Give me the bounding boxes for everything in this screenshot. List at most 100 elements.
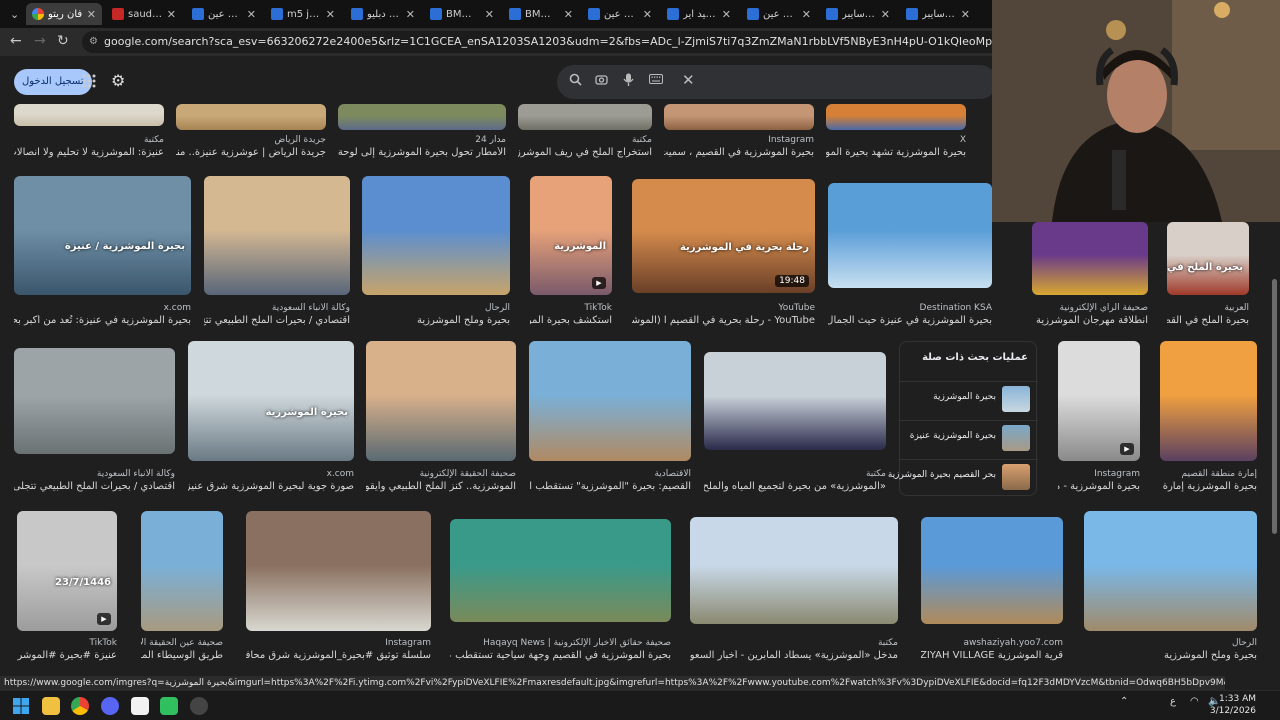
image-caption[interactable]: عنيزة #بحيرة #الموشرزيه ... bbox=[17, 650, 117, 661]
tab-search-icon[interactable]: ⌄ bbox=[4, 3, 24, 25]
tab-close-icon[interactable]: ✕ bbox=[564, 8, 573, 21]
windows-start-icon[interactable] bbox=[12, 697, 30, 715]
image-thumbnail[interactable] bbox=[1084, 511, 1257, 631]
browser-tab[interactable]: BMW M ✕ bbox=[424, 3, 500, 25]
image-caption[interactable]: YouTube - رحلة بحرية في القصيم ا (الموشر… bbox=[632, 315, 815, 326]
image-source[interactable]: X bbox=[826, 135, 966, 145]
tab-close-icon[interactable]: ✕ bbox=[167, 8, 176, 21]
image-thumbnail[interactable] bbox=[366, 341, 516, 461]
input-language[interactable]: ع bbox=[1170, 696, 1176, 707]
app-green-icon[interactable] bbox=[160, 697, 178, 715]
image-source[interactable]: TikTok bbox=[530, 303, 612, 313]
image-caption[interactable]: بحيرة وملح الموشرزية bbox=[1084, 650, 1257, 661]
image-thumbnail[interactable]: بحيرة الموشرزية bbox=[188, 341, 354, 461]
image-source[interactable]: وكالة الأنباء السعودية bbox=[204, 303, 350, 313]
image-thumbnail[interactable] bbox=[529, 341, 691, 461]
search-icon[interactable] bbox=[569, 73, 582, 90]
file-explorer-icon[interactable] bbox=[42, 697, 60, 715]
image-source[interactable]: الرحال bbox=[1084, 638, 1257, 648]
chrome-icon[interactable] bbox=[71, 697, 89, 715]
app-icon[interactable] bbox=[131, 697, 149, 715]
image-thumbnail[interactable] bbox=[14, 348, 175, 454]
image-source[interactable]: مدار 24 bbox=[338, 135, 506, 145]
reload-icon[interactable]: ↻ bbox=[57, 33, 69, 49]
image-thumbnail[interactable] bbox=[690, 517, 898, 624]
browser-tab[interactable]: m5 jahre ✕ bbox=[265, 3, 341, 25]
related-item[interactable]: بحيرة الموشرزية bbox=[900, 381, 1038, 415]
image-thumbnail[interactable]: الموشرزية ▶ bbox=[530, 176, 612, 295]
image-source[interactable]: x.com bbox=[188, 469, 354, 479]
image-source[interactable]: مكتبة bbox=[690, 638, 898, 648]
image-caption[interactable]: بحيرة الموشرزية - ملح ... bbox=[1058, 481, 1140, 492]
image-thumbnail[interactable] bbox=[141, 511, 223, 631]
image-caption[interactable]: بحيرة الموشرزية في القصيم ، سميت بهذا ..… bbox=[664, 147, 814, 158]
image-source[interactable]: إمارة منطقة القصيم bbox=[1160, 469, 1257, 479]
browser-tab[interactable]: بي ام دبليو ✕ bbox=[345, 3, 421, 25]
image-caption[interactable]: بحيرة الملح في القص... bbox=[1167, 315, 1249, 326]
image-source[interactable]: وكالة الأنباء السعودية bbox=[14, 469, 175, 479]
image-caption[interactable]: صورة جوية لبحيرة الموشرزية شرق عنيزة ف..… bbox=[188, 481, 354, 492]
tray-chevron-icon[interactable]: ⌃ bbox=[1120, 696, 1128, 707]
image-thumbnail[interactable]: بحيرة الموشرزية / عنيزة bbox=[14, 176, 191, 295]
image-thumbnail[interactable]: بحيرة الملح في القصيم bbox=[1167, 222, 1249, 295]
image-thumbnail[interactable] bbox=[518, 104, 652, 130]
browser-tab[interactable]: تسلا سايبر ✕ bbox=[900, 3, 976, 25]
browser-tab[interactable]: افضل عين ✕ bbox=[582, 3, 658, 25]
image-thumbnail[interactable] bbox=[921, 517, 1063, 624]
image-caption[interactable]: استكشف بحيرة الموشرزي... bbox=[530, 315, 612, 326]
obs-icon[interactable] bbox=[190, 697, 208, 715]
site-info-icon[interactable]: ⚙ bbox=[89, 31, 98, 53]
settings-gear-icon[interactable]: ⚙ bbox=[111, 71, 125, 90]
image-caption[interactable]: بحيرة الموشرزية في القصيم وجهة سياحية تس… bbox=[450, 650, 671, 661]
image-source[interactable]: صحيفة عين الحقيقة الإخبارية bbox=[141, 638, 223, 648]
image-caption[interactable]: بحيرة وملح الموشرزية bbox=[362, 315, 510, 326]
image-thumbnail[interactable] bbox=[204, 176, 350, 295]
image-source[interactable]: Instagram bbox=[664, 135, 814, 145]
tab-close-icon[interactable]: ✕ bbox=[802, 8, 811, 21]
image-caption[interactable]: «الموشرزية» من بحيرة لتجميع المياه والمل… bbox=[704, 481, 886, 492]
signin-button[interactable]: تسجيل الدخول bbox=[14, 69, 92, 95]
image-caption[interactable]: طريق الوسيطاء الموشر... bbox=[141, 650, 223, 661]
image-source[interactable]: جريدة الرياض bbox=[176, 135, 326, 145]
image-caption[interactable]: بحيرة الموشرزية في عنيزة حيث الجمال الخل… bbox=[828, 315, 992, 326]
image-source[interactable]: awshaziyah.yoo7.com bbox=[921, 638, 1063, 648]
system-clock[interactable]: 1:33 AM 3/12/2026 bbox=[1210, 693, 1256, 717]
browser-tab[interactable]: فان ريتو ✕ bbox=[26, 3, 102, 25]
image-caption[interactable]: بحيرة الموشرزية إمارة م... bbox=[1160, 481, 1257, 492]
image-source[interactable]: الاقتصادية bbox=[529, 469, 691, 479]
image-caption[interactable]: الأمطار تحول بحيرة الموشرزية إلى لوحة طب… bbox=[338, 147, 506, 158]
image-thumbnail[interactable] bbox=[826, 104, 966, 130]
lens-camera-icon[interactable] bbox=[595, 73, 608, 90]
image-caption[interactable]: مدخل «الموشرزية» يسطاد المابرين - أخبار … bbox=[690, 650, 898, 661]
tab-close-icon[interactable]: ✕ bbox=[247, 8, 256, 21]
google-apps-icon[interactable] bbox=[82, 74, 96, 88]
image-thumbnail[interactable] bbox=[1160, 341, 1257, 461]
image-source[interactable]: صحيفة حقائق الأخبار الإلكترونية | Haqayq… bbox=[450, 638, 671, 648]
image-source[interactable]: الرحال bbox=[362, 303, 510, 313]
image-thumbnail[interactable]: ▶ bbox=[1058, 341, 1140, 461]
image-source[interactable]: x.com bbox=[14, 303, 191, 313]
wifi-icon[interactable]: ◠ bbox=[1190, 696, 1199, 707]
image-thumbnail[interactable] bbox=[1032, 222, 1148, 295]
image-caption[interactable]: بحيرة الموشرزية في عنيزة: تُعد من أكبر ب… bbox=[14, 315, 191, 326]
search-box[interactable]: ✕ bbox=[557, 65, 997, 99]
image-caption[interactable]: القصيم: بحيرة "الموشرزية" تستقطب الأهالي… bbox=[529, 481, 691, 492]
tab-close-icon[interactable]: ✕ bbox=[722, 8, 731, 21]
forward-icon[interactable]: → bbox=[34, 33, 46, 49]
browser-tab[interactable]: تيسلا سايبر ✕ bbox=[820, 3, 896, 25]
image-caption[interactable]: قرية الموشرزية AZIYAH VILLAGE bbox=[921, 650, 1063, 661]
image-thumbnail[interactable] bbox=[704, 352, 886, 450]
image-caption[interactable]: اقتصادي / بحيرات الملح الطبيعي تتج... bbox=[204, 315, 350, 326]
tab-close-icon[interactable]: ✕ bbox=[485, 8, 494, 21]
image-thumbnail[interactable] bbox=[338, 104, 506, 130]
image-source[interactable]: Instagram bbox=[246, 638, 431, 648]
image-thumbnail[interactable] bbox=[246, 511, 431, 631]
microphone-icon[interactable] bbox=[623, 73, 634, 91]
image-thumbnail[interactable] bbox=[14, 104, 164, 126]
related-item[interactable]: بحر القصيم بحيرة الموشرزية bbox=[888, 459, 1038, 493]
tab-close-icon[interactable]: ✕ bbox=[961, 8, 970, 21]
browser-tab[interactable]: افضل عين ✕ bbox=[741, 3, 817, 25]
tab-close-icon[interactable]: ✕ bbox=[326, 8, 335, 21]
image-source[interactable]: صحيفة الرأي الإلكترونية bbox=[1032, 303, 1148, 313]
image-thumbnail[interactable] bbox=[176, 104, 326, 130]
